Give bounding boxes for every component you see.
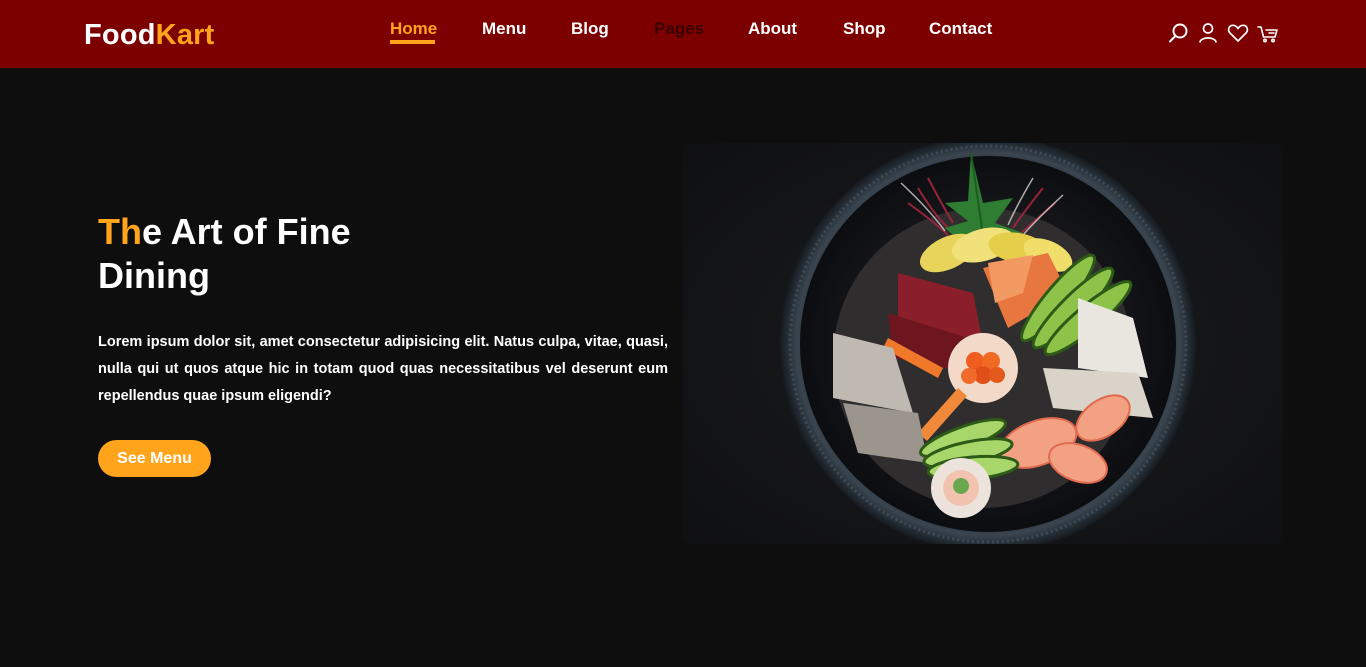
logo[interactable]: FoodKart bbox=[84, 17, 215, 53]
hero-description: Lorem ipsum dolor sit, amet consectetur … bbox=[98, 334, 668, 404]
heart-icon[interactable] bbox=[1227, 22, 1249, 44]
hero-title-accent: Th bbox=[98, 211, 142, 252]
navbar: FoodKart Home Menu Blog Pages About Shop… bbox=[0, 0, 1366, 68]
logo-accent-text: Kart bbox=[155, 19, 215, 51]
cart-icon[interactable] bbox=[1257, 22, 1279, 44]
hero-food-image bbox=[683, 143, 1283, 544]
user-icon[interactable] bbox=[1197, 22, 1219, 44]
nav-link-home[interactable]: Home bbox=[390, 19, 437, 39]
hero-title: The Art of Fine Dining bbox=[98, 210, 458, 298]
nav-link-blog[interactable]: Blog bbox=[571, 19, 609, 39]
see-menu-button[interactable]: See Menu bbox=[98, 440, 211, 477]
search-icon[interactable] bbox=[1168, 22, 1190, 44]
logo-text: Food bbox=[84, 19, 156, 51]
nav-link-pages[interactable]: Pages bbox=[654, 19, 704, 39]
nav-active-indicator bbox=[390, 40, 435, 44]
nav-link-menu[interactable]: Menu bbox=[482, 19, 526, 39]
nav-link-about[interactable]: About bbox=[748, 19, 797, 39]
nav-link-shop[interactable]: Shop bbox=[843, 19, 886, 39]
nav-link-contact[interactable]: Contact bbox=[929, 19, 992, 39]
